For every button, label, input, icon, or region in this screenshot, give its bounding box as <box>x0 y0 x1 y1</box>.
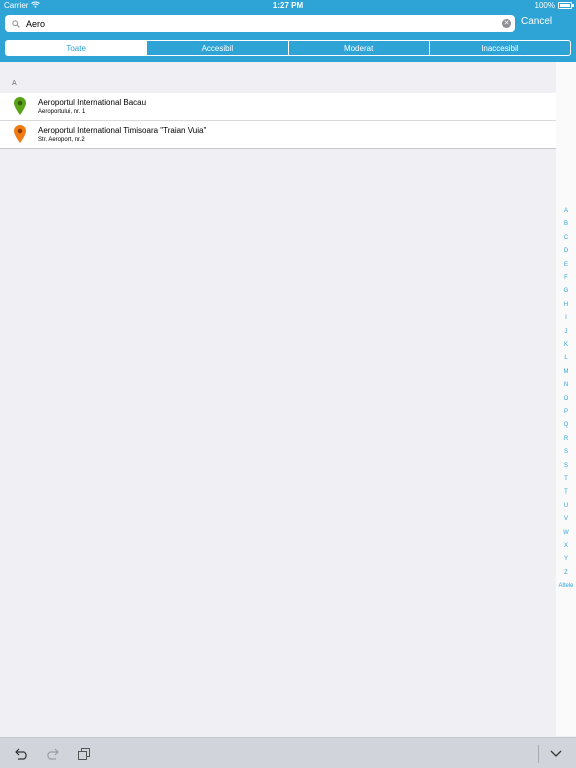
toolbar-divider <box>538 745 539 763</box>
battery-indicator: 100% <box>534 1 574 10</box>
map-pin-orange-icon <box>14 125 26 143</box>
index-letter[interactable]: S <box>556 449 576 455</box>
results-list: Aeroportul International Bacau Aeroportu… <box>0 93 556 149</box>
index-letter[interactable]: B <box>556 221 576 227</box>
clock: 1:27 PM <box>272 1 304 10</box>
index-letter[interactable]: T <box>556 476 576 482</box>
accessibility-filter: Toate Accesibil Moderat Inaccesibil <box>5 40 571 56</box>
index-letter[interactable]: A <box>556 208 576 214</box>
index-letter[interactable]: W <box>556 530 576 536</box>
index-letter[interactable]: Y <box>556 556 576 562</box>
item-address: Str. Aeroport, nr.2 <box>38 137 85 143</box>
item-title: Aeroportul International Bacau <box>38 98 147 107</box>
section-header: A <box>12 80 17 87</box>
index-letter[interactable]: M <box>556 369 576 375</box>
index-letter[interactable]: Altele <box>556 583 576 589</box>
index-letter[interactable]: I <box>556 315 576 321</box>
index-letter[interactable]: V <box>556 516 576 522</box>
clear-search-icon[interactable]: ✕ <box>502 19 511 28</box>
index-letter[interactable]: G <box>556 288 576 294</box>
battery-icon <box>558 2 574 9</box>
list-item[interactable]: Aeroportul International Bacau Aeroportu… <box>0 93 556 121</box>
filter-accesibil[interactable]: Accesibil <box>146 41 287 55</box>
map-pin-green-icon <box>14 97 26 115</box>
dismiss-keyboard-icon[interactable] <box>548 746 564 762</box>
search-row: ✕ Cancel <box>5 15 571 32</box>
index-letter[interactable]: Z <box>556 570 576 576</box>
index-letter[interactable]: D <box>556 248 576 254</box>
index-letter[interactable]: N <box>556 382 576 388</box>
item-title: Aeroportul International Timisoara "Trai… <box>38 126 207 135</box>
search-icon <box>9 17 23 31</box>
search-input[interactable] <box>23 16 502 31</box>
index-letter[interactable]: O <box>556 396 576 402</box>
cancel-button[interactable]: Cancel <box>521 16 552 27</box>
undo-icon[interactable] <box>14 746 30 762</box>
index-letter[interactable]: X <box>556 543 576 549</box>
paste-icon[interactable] <box>76 746 92 762</box>
index-letter[interactable]: F <box>556 275 576 281</box>
index-letter[interactable]: U <box>556 503 576 509</box>
status-bar: Carrier 1:27 PM 100% <box>0 0 576 12</box>
filter-inaccesibil[interactable]: Inaccesibil <box>428 41 570 55</box>
index-letter[interactable]: Ș <box>556 463 576 469</box>
index-letter[interactable]: E <box>556 262 576 268</box>
filter-toate[interactable]: Toate <box>6 41 147 55</box>
index-letter[interactable]: J <box>556 329 576 335</box>
index-letter[interactable]: K <box>556 342 576 348</box>
index-letter[interactable]: Q <box>556 422 576 428</box>
alphabet-index[interactable]: A B C D E F G H I J K L M N O P Q R S Ș T Ț U V W X Y Z Altele <box>556 62 576 736</box>
index-letter[interactable]: Ț <box>556 489 576 495</box>
index-letter[interactable]: L <box>556 355 576 361</box>
search-field[interactable]: ✕ <box>5 15 515 32</box>
battery-percent: 100% <box>534 1 555 10</box>
header-bar: Carrier 1:27 PM 100% ✕ Cancel Toate Acce… <box>0 0 576 62</box>
index-letter[interactable]: P <box>556 409 576 415</box>
list-item[interactable]: Aeroportul International Timisoara "Trai… <box>0 121 556 149</box>
redo-icon[interactable] <box>44 746 60 762</box>
results-area: A Aeroportul International Bacau Aeropor… <box>0 62 556 736</box>
keyboard-toolbar <box>0 737 576 768</box>
filter-moderat[interactable]: Moderat <box>287 41 429 55</box>
item-address: Aeroportului, nr. 1 <box>38 109 86 115</box>
index-letter[interactable]: C <box>556 235 576 241</box>
index-letter[interactable]: R <box>556 436 576 442</box>
index-letter[interactable]: H <box>556 302 576 308</box>
